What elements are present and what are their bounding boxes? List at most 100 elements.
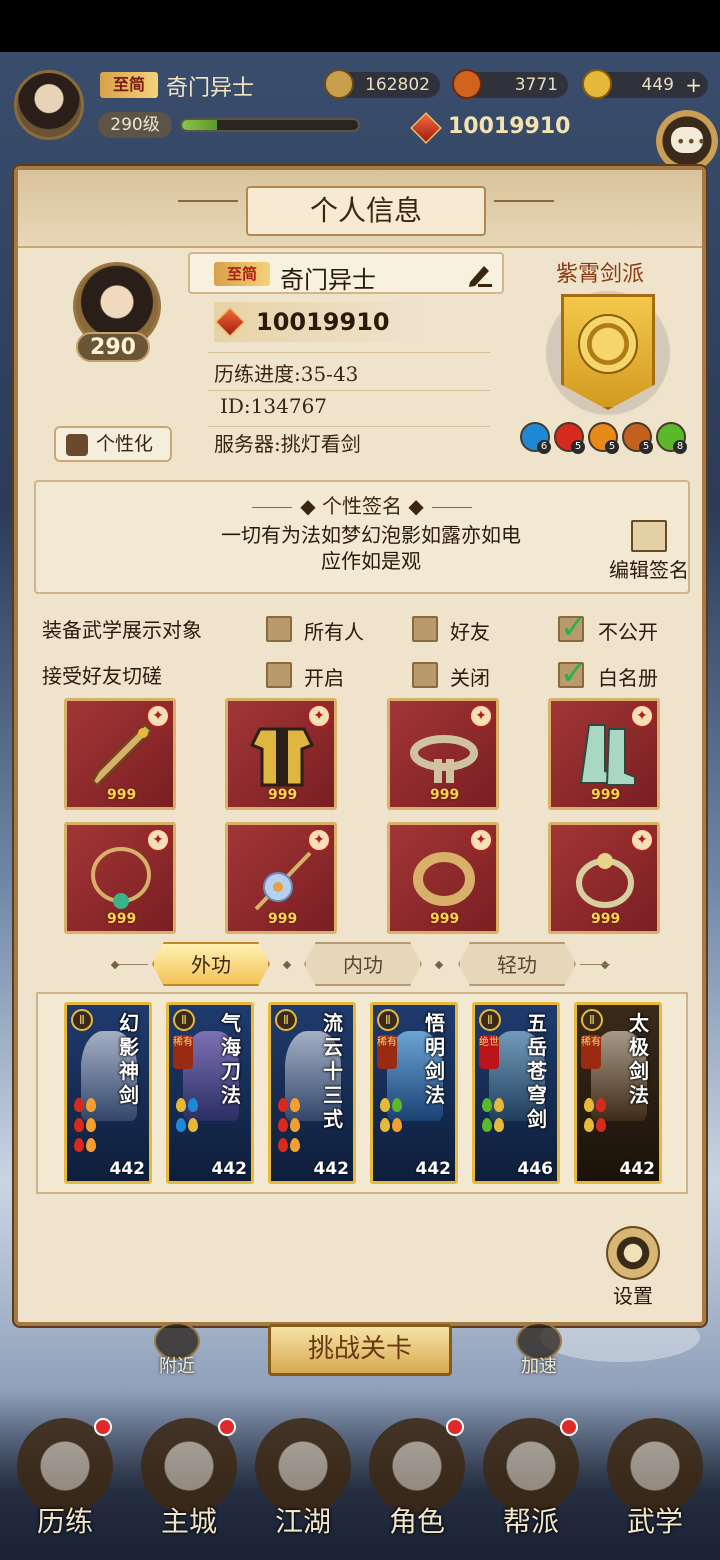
status-bar bbox=[0, 0, 720, 52]
signature-text: 一切有为法如梦幻泡影如露亦如电 应作如是观 bbox=[221, 523, 521, 573]
robe-icon bbox=[66, 434, 88, 456]
skill-card[interactable]: Ⅱ 稀有 悟明剑法 442 bbox=[370, 1002, 458, 1184]
checkbox-private[interactable] bbox=[558, 608, 587, 646]
label-private: 不公开 bbox=[598, 620, 658, 644]
skill-name: 流云十三式 bbox=[323, 1011, 343, 1131]
nav-character[interactable]: 角色 bbox=[362, 1418, 472, 1548]
notification-dot bbox=[560, 1418, 578, 1436]
equip-slot-boots[interactable]: ✦ 999 bbox=[548, 698, 660, 810]
nav-martial-arts[interactable]: 武学 bbox=[600, 1418, 710, 1548]
skill-level: 442 bbox=[109, 1159, 146, 1179]
nav-guild[interactable]: 帮派 bbox=[476, 1418, 586, 1548]
tier-icon: Ⅱ bbox=[275, 1009, 297, 1031]
skill-card[interactable]: Ⅱ 稀有 气海刀法 442 bbox=[166, 1002, 254, 1184]
name-title-badge: 至简 bbox=[214, 262, 270, 286]
rarity-tag: 绝世 bbox=[479, 1035, 499, 1069]
skill-card[interactable]: Ⅱ 幻影神剑 442 bbox=[64, 1002, 152, 1184]
sun-element-icon[interactable]: 5 bbox=[588, 422, 619, 454]
skill-pips bbox=[379, 1097, 413, 1137]
ring-icon bbox=[576, 853, 634, 908]
star-badge-icon: ✦ bbox=[146, 828, 170, 852]
equip-slot-sword[interactable]: ✦ 999 bbox=[64, 698, 176, 810]
chat-button[interactable]: ••• bbox=[656, 110, 718, 172]
player-name: 奇门异士 bbox=[166, 76, 255, 101]
name-box: 至简 奇门异士 bbox=[188, 252, 504, 294]
notification-dot bbox=[94, 1418, 112, 1436]
nav-city[interactable]: 主城 bbox=[134, 1418, 244, 1548]
rarity-tag: 稀有 bbox=[173, 1035, 193, 1069]
water-element-icon[interactable]: 6 bbox=[520, 422, 551, 454]
skill-card[interactable]: Ⅱ 绝世 五岳苍穹剑 446 bbox=[472, 1002, 560, 1184]
skills-frame: Ⅱ 幻影神剑 442 Ⅱ 稀有 气海刀法 442 Ⅱ 流云十三式 442 Ⅱ 稀… bbox=[36, 992, 688, 1194]
customize-button[interactable]: 个性化 bbox=[54, 426, 172, 462]
fire-element-icon[interactable]: 5 bbox=[554, 422, 585, 454]
checkbox-spar-off[interactable] bbox=[412, 662, 438, 688]
challenge-button[interactable]: 挑战关卡 bbox=[268, 1324, 452, 1376]
copper-coin-resource[interactable]: 162802 bbox=[324, 69, 440, 99]
checkbox-spar-on[interactable] bbox=[266, 662, 292, 688]
skill-name: 悟明剑法 bbox=[425, 1011, 445, 1107]
equip-slot-belt[interactable]: ✦ 999 bbox=[387, 698, 499, 810]
equip-slot-necklace[interactable]: ✦ 999 bbox=[64, 822, 176, 934]
tab-external[interactable]: 外功 bbox=[152, 942, 270, 986]
signature-title: ◆ 个性签名 ◆ bbox=[36, 490, 688, 519]
star-badge-icon: ✦ bbox=[146, 704, 170, 728]
label-whitelist: 白名册 bbox=[598, 666, 658, 690]
nearby-button[interactable]: 附近 bbox=[142, 1322, 212, 1378]
checkbox-whitelist[interactable] bbox=[558, 654, 587, 692]
hairpin-icon bbox=[254, 851, 312, 911]
nav-training[interactable]: 历练 bbox=[10, 1418, 120, 1548]
boots-icon bbox=[579, 724, 636, 786]
skill-card[interactable]: Ⅱ 稀有 太极剑法 442 bbox=[574, 1002, 662, 1184]
equip-slot-hairpin[interactable]: ✦ 999 bbox=[225, 822, 337, 934]
tier-icon: Ⅱ bbox=[71, 1009, 93, 1031]
equip-slot-ring[interactable]: ✦ 999 bbox=[548, 822, 660, 934]
edit-signature-button[interactable]: 编辑签名 bbox=[604, 520, 694, 583]
rarity-tag: 稀有 bbox=[581, 1035, 601, 1069]
checkbox-friends[interactable] bbox=[412, 616, 438, 642]
player-avatar[interactable] bbox=[14, 70, 84, 140]
add-gold-icon[interactable]: + bbox=[685, 72, 702, 98]
checkbox-everyone[interactable] bbox=[266, 616, 292, 642]
skill-pips bbox=[73, 1097, 107, 1157]
tab-lightness[interactable]: 轻功 bbox=[458, 942, 576, 986]
speed-up-button[interactable]: 加速 bbox=[504, 1322, 574, 1378]
nav-jianghu[interactable]: 江湖 bbox=[248, 1418, 358, 1548]
label-friends: 好友 bbox=[450, 620, 490, 644]
sword-icon bbox=[91, 723, 153, 787]
tab-internal[interactable]: 内功 bbox=[304, 942, 422, 986]
tier-icon: Ⅱ bbox=[377, 1009, 399, 1031]
stamina-icon bbox=[452, 69, 482, 99]
power-gem-icon bbox=[214, 306, 246, 338]
panel-header: 个人信息 bbox=[18, 170, 702, 248]
settings-button[interactable]: 设置 bbox=[600, 1226, 666, 1309]
necklace-icon bbox=[91, 847, 151, 909]
copper-coin-value: 162802 bbox=[365, 75, 430, 95]
top-power: 10019910 bbox=[410, 110, 580, 146]
star-badge-icon: ✦ bbox=[630, 828, 654, 852]
copper-coin-icon bbox=[324, 69, 354, 99]
equip-slot-armor[interactable]: ✦ 999 bbox=[225, 698, 337, 810]
scroll-brush-icon bbox=[631, 520, 667, 552]
skill-pips bbox=[175, 1097, 209, 1137]
equip-slot-bracelet[interactable]: ✦ 999 bbox=[387, 822, 499, 934]
stamina-resource[interactable]: 3771 bbox=[452, 69, 568, 99]
customize-label: 个性化 bbox=[96, 433, 154, 455]
armor-icon bbox=[249, 727, 315, 787]
tier-icon: Ⅱ bbox=[479, 1009, 501, 1031]
yin-yang-icon bbox=[606, 1226, 660, 1280]
tier-icon: Ⅱ bbox=[581, 1009, 603, 1031]
earth-element-icon[interactable]: 5 bbox=[622, 422, 653, 454]
wood-element-icon[interactable]: 8 bbox=[656, 422, 687, 454]
label-everyone: 所有人 bbox=[304, 620, 364, 644]
skill-card[interactable]: Ⅱ 流云十三式 442 bbox=[268, 1002, 356, 1184]
profile-panel: 个人信息 290 个性化 至简 奇门异士 10019910 历练进度:35-43… bbox=[14, 166, 706, 1326]
server-text: 服务器:挑灯看剑 bbox=[214, 432, 361, 456]
gold-value: 449 bbox=[641, 75, 674, 95]
rarity-tag: 稀有 bbox=[377, 1035, 397, 1069]
skill-pips bbox=[583, 1097, 617, 1137]
profile-name: 奇门异士 bbox=[280, 266, 376, 294]
edit-name-icon[interactable] bbox=[466, 262, 494, 288]
gold-resource[interactable]: 449 + bbox=[582, 69, 708, 99]
settings-label: 设置 bbox=[613, 1284, 653, 1308]
